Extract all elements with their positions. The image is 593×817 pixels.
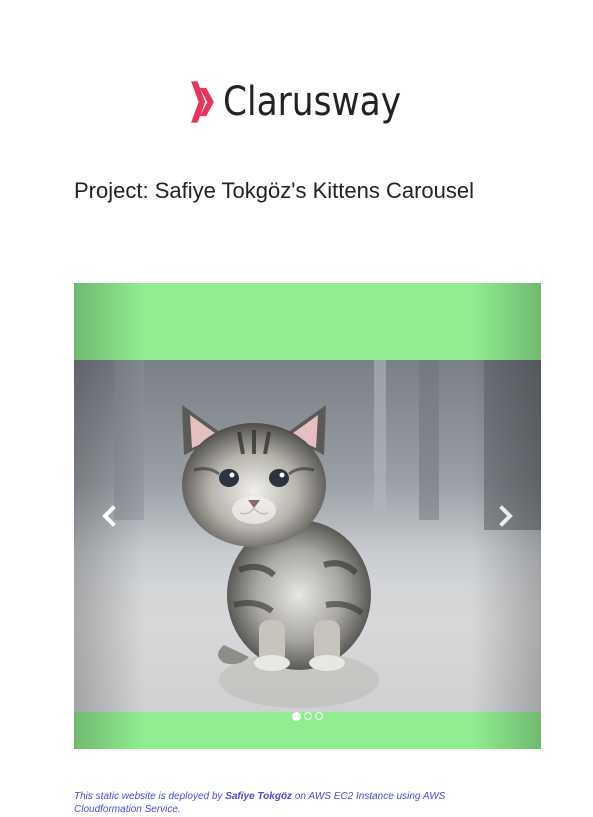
clarusway-logo[interactable]: Clarusway xyxy=(190,62,430,142)
footer-author: Safiye Tokgöz xyxy=(225,791,293,802)
clarusway-chevrons-icon xyxy=(191,81,214,123)
footer-note: This static website is deployed by Safiy… xyxy=(74,790,514,816)
kittens-carousel[interactable] xyxy=(74,283,541,749)
chevron-left-icon xyxy=(102,505,116,527)
chevron-right-icon xyxy=(499,505,513,527)
page-title: Project: Safiye Tokgöz's Kittens Carouse… xyxy=(74,178,474,203)
carousel-indicator-1[interactable] xyxy=(292,711,301,721)
brand-name: Clarusway xyxy=(222,79,402,125)
carousel-prev-button[interactable] xyxy=(74,283,144,749)
carousel-indicator-3[interactable] xyxy=(315,712,323,720)
carousel-next-button[interactable] xyxy=(471,283,541,749)
carousel-indicator-2[interactable] xyxy=(304,712,312,720)
page: Clarusway Project: Safiye Tokgöz's Kitte… xyxy=(0,0,593,817)
carousel-indicators xyxy=(74,711,541,721)
footer-prefix: This static website is deployed by xyxy=(74,791,226,802)
